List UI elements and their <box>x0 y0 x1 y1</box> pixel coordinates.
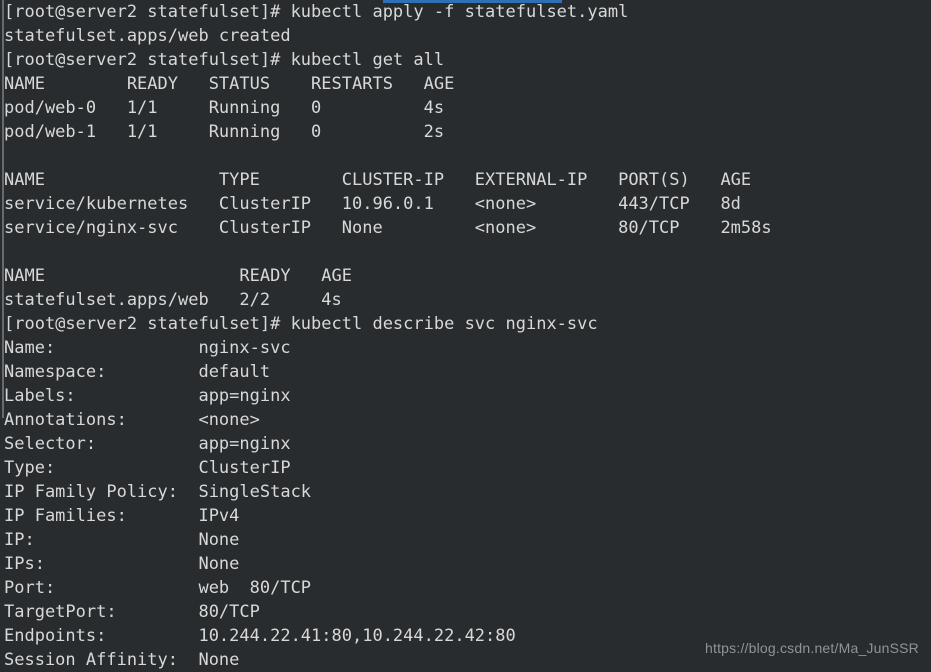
terminal-line: Selector: app=nginx <box>4 434 291 454</box>
terminal-line: statefulset.apps/web 2/2 4s <box>4 290 342 310</box>
terminal-line: Port: web 80/TCP <box>4 578 312 598</box>
terminal-scrollbar[interactable] <box>0 0 5 672</box>
terminal-line: pod/web-1 1/1 Running 0 2s <box>4 122 445 142</box>
watermark-text: https://blog.csdn.net/Ma_JunSSR <box>705 640 919 656</box>
terminal-line: NAME READY AGE <box>4 266 352 286</box>
terminal-output[interactable]: [root@server2 statefulset]# kubectl appl… <box>4 0 931 672</box>
terminal-line: IP Families: IPv4 <box>4 506 240 526</box>
terminal-line: [root@server2 statefulset]# kubectl desc… <box>4 314 598 334</box>
terminal-line: IP: None <box>4 530 240 550</box>
terminal-line: IPs: None <box>4 554 240 574</box>
terminal-line: NAME TYPE CLUSTER-IP EXTERNAL-IP PORT(S)… <box>4 170 752 190</box>
terminal-line: [root@server2 statefulset]# kubectl appl… <box>4 2 629 22</box>
terminal-line: service/kubernetes ClusterIP 10.96.0.1 <… <box>4 194 741 214</box>
terminal-line: pod/web-0 1/1 Running 0 4s <box>4 98 445 118</box>
terminal-line: IP Family Policy: SingleStack <box>4 482 312 502</box>
terminal-window[interactable]: [root@server2 statefulset]# kubectl appl… <box>0 0 931 672</box>
terminal-line: Name: nginx-svc <box>4 338 291 358</box>
terminal-line: Labels: app=nginx <box>4 386 291 406</box>
terminal-line: [root@server2 statefulset]# kubectl get … <box>4 50 445 70</box>
terminal-line: NAME READY STATUS RESTARTS AGE <box>4 74 455 94</box>
terminal-line: Annotations: <none> <box>4 410 260 430</box>
terminal-line: Type: ClusterIP <box>4 458 291 478</box>
terminal-line: TargetPort: 80/TCP <box>4 602 260 622</box>
terminal-line: service/nginx-svc ClusterIP None <none> … <box>4 218 772 238</box>
scrollbar-thumb[interactable] <box>2 0 4 418</box>
terminal-line: statefulset.apps/web created <box>4 26 291 46</box>
terminal-line: Namespace: default <box>4 362 271 382</box>
top-progress-bar <box>383 0 562 3</box>
